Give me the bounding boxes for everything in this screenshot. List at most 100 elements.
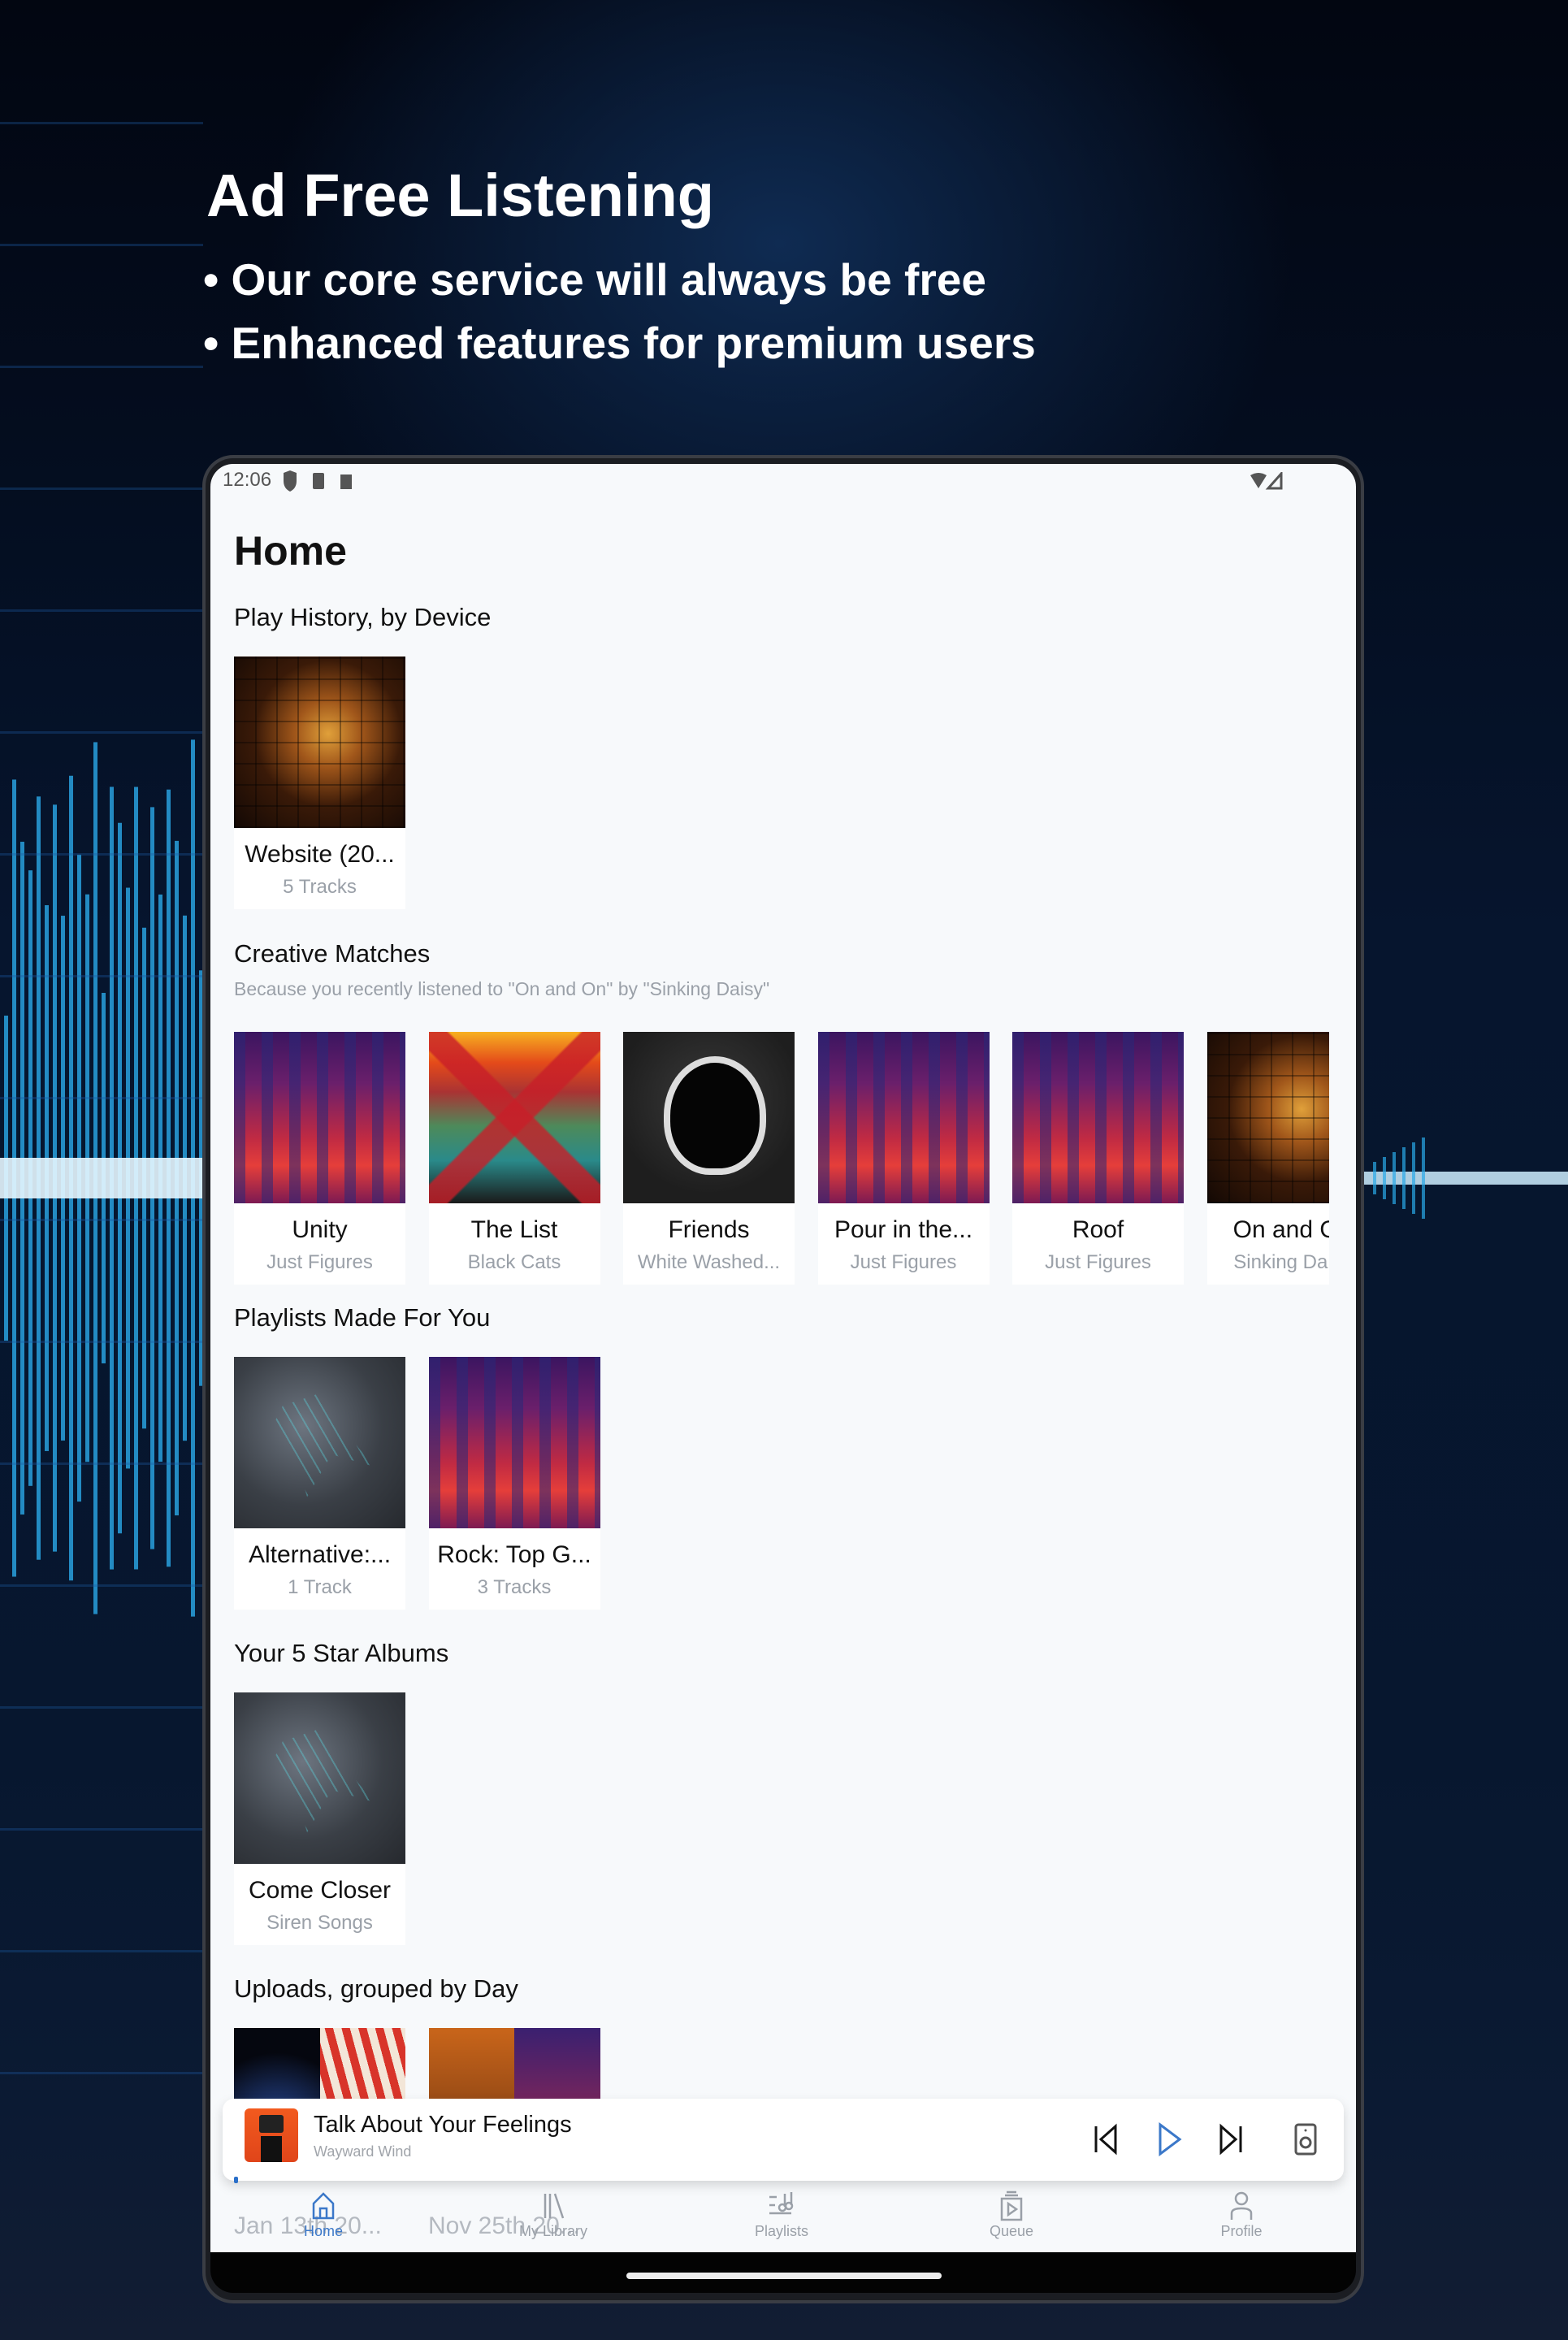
sd-card-icon — [313, 473, 324, 489]
card-title: Roof — [1072, 1216, 1124, 1243]
play-protect-icon — [284, 470, 297, 492]
album-art — [817, 1032, 990, 1203]
wave-grid — [0, 122, 203, 124]
page-title: Home — [234, 528, 347, 574]
now-playing-art[interactable] — [245, 2108, 298, 2162]
section-title: Your 5 Star Albums — [234, 1639, 449, 1667]
card-subtitle: Just Figures — [266, 1251, 373, 1273]
album-art — [1206, 1032, 1329, 1203]
card-title: On and On — [1232, 1216, 1329, 1243]
card-title: Alternative:... — [248, 1541, 392, 1568]
card-title: Come Closer — [248, 1877, 392, 1904]
card-subtitle: 5 Tracks — [283, 876, 357, 898]
album-art — [428, 1357, 600, 1528]
section-title: Uploads, grouped by Day — [234, 1974, 518, 2003]
album-art — [234, 656, 405, 828]
album-card[interactable]: Website (20... 5 Tracks — [234, 656, 405, 909]
app-screen: 12:06 Home Play History, by Device Websit… — [210, 464, 1356, 2252]
home-indicator[interactable] — [626, 2273, 942, 2279]
album-card[interactable]: Alternative:... 1 Track — [234, 1357, 405, 1610]
wifi-icon — [1250, 473, 1267, 488]
card-title: The List — [470, 1216, 558, 1243]
mini-player[interactable]: Talk About Your Feelings Wayward Wind — [223, 2099, 1344, 2183]
wave-grid — [0, 366, 203, 368]
wave-grid — [0, 244, 203, 246]
profile-icon[interactable] — [1227, 2190, 1256, 2221]
a-notification-icon — [340, 474, 352, 489]
card-subtitle: Siren Songs — [266, 1912, 373, 1934]
speaker-icon[interactable] — [1288, 2121, 1323, 2157]
next-icon[interactable] — [1213, 2121, 1249, 2157]
wave-grid — [0, 1097, 203, 1099]
wave-bar — [1373, 1162, 1376, 1194]
playlists-icon[interactable] — [767, 2190, 796, 2221]
nav-label[interactable]: Playlists — [755, 2223, 808, 2240]
nav-label[interactable]: Home — [304, 2223, 343, 2240]
promo-bullet: • Our core service will always be free — [203, 254, 986, 305]
wave-glow — [1361, 1172, 1568, 1185]
card-title: Friends — [668, 1216, 750, 1243]
section-title: Creative Matches — [234, 939, 431, 968]
status-time: 12:06 — [223, 469, 272, 491]
signal-icon — [1265, 472, 1283, 490]
play-icon[interactable] — [1150, 2121, 1186, 2157]
card-subtitle: Black Cats — [467, 1251, 561, 1273]
album-card[interactable]: Roof Just Figures — [1012, 1032, 1184, 1285]
album-card[interactable]: Friends White Washed... — [623, 1032, 795, 1285]
now-playing-title[interactable]: Talk About Your Feelings — [314, 2112, 572, 2138]
nav-label[interactable]: My Library — [519, 2223, 587, 2240]
album-card[interactable]: Rock: Top G... 3 Tracks — [428, 1357, 600, 1610]
wave-grid — [0, 853, 203, 856]
playback-progress[interactable] — [234, 2177, 238, 2183]
library-icon[interactable] — [539, 2190, 568, 2221]
wave-bar — [1402, 1147, 1406, 1209]
wave-grid — [0, 1341, 203, 1343]
section-title: Playlists Made For You — [234, 1303, 491, 1332]
now-playing-artist: Wayward Wind — [314, 2143, 412, 2160]
wave-grid — [0, 1706, 203, 1709]
wifi-signal-icons — [1250, 472, 1283, 490]
nav-label[interactable]: Profile — [1220, 2223, 1262, 2240]
wave-bar — [1412, 1142, 1415, 1214]
wave-grid — [0, 1584, 203, 1587]
album-art — [234, 1692, 405, 1864]
card-subtitle: White Washed... — [637, 1251, 781, 1273]
card-subtitle: 1 Track — [288, 1576, 352, 1598]
wave-glow — [0, 1158, 203, 1198]
home-icon[interactable] — [309, 2190, 338, 2221]
card-title: Pour in the... — [834, 1216, 973, 1243]
wave-grid — [0, 488, 203, 490]
album-art — [623, 1032, 795, 1203]
wave-grid — [0, 609, 203, 612]
status-icons — [284, 470, 352, 492]
album-art — [428, 1032, 600, 1203]
album-art — [1012, 1032, 1184, 1203]
album-card[interactable]: Unity Just Figures — [234, 1032, 405, 1285]
queue-icon[interactable] — [997, 2190, 1026, 2221]
album-card[interactable]: Pour in the... Just Figures — [817, 1032, 990, 1285]
section-title: Play History, by Device — [234, 603, 492, 631]
album-card[interactable]: Come Closer Siren Songs — [234, 1692, 405, 1945]
card-subtitle: Sinking Daisy — [1233, 1251, 1328, 1273]
promo-title: Ad Free Listening — [206, 162, 714, 229]
card-title: Rock: Top G... — [437, 1541, 591, 1568]
wave-grid — [0, 1828, 203, 1831]
wave-grid — [0, 975, 203, 977]
wave-grid — [0, 1219, 203, 1221]
album-art — [234, 1357, 405, 1528]
wave-bar — [1422, 1138, 1425, 1219]
nav-label[interactable]: Queue — [990, 2223, 1033, 2240]
promo-bullet: • Enhanced features for premium users — [203, 318, 1036, 368]
album-card[interactable]: The List Black Cats — [428, 1032, 600, 1285]
card-subtitle: 3 Tracks — [477, 1576, 552, 1598]
card-title: Website (20... — [245, 841, 395, 868]
album-card[interactable]: On and On Sinking Daisy — [1206, 1032, 1329, 1285]
wave-bar — [1383, 1157, 1386, 1199]
wave-grid — [0, 731, 203, 734]
wave-grid — [0, 1950, 203, 1952]
section-subtitle: Because you recently listened to "On and… — [234, 978, 770, 999]
card-subtitle: Just Figures — [850, 1251, 957, 1273]
card-title: Unity — [292, 1216, 348, 1243]
previous-icon[interactable] — [1088, 2121, 1124, 2157]
wave-grid — [0, 2072, 203, 2074]
